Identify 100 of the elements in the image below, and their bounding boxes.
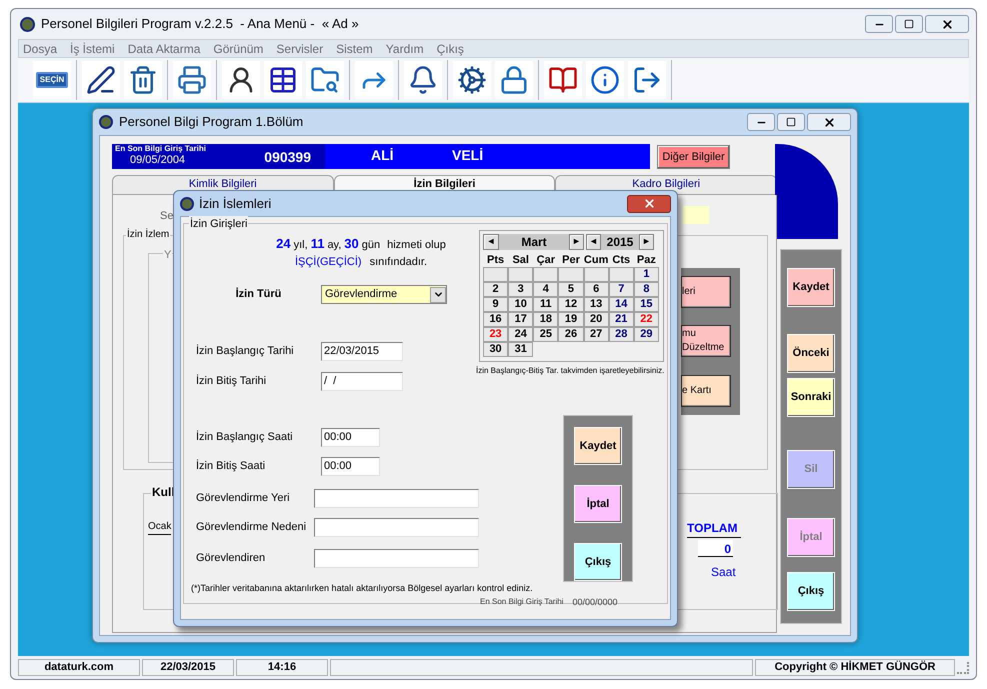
next-month-button[interactable]: ► [569,234,584,250]
day-cell[interactable]: 5 [558,282,584,297]
menu-item[interactable]: Yardım [386,40,424,58]
day-cell[interactable]: 14 [608,297,634,312]
bell-icon [408,65,438,95]
day-cell[interactable]: 26 [558,327,584,342]
input-field[interactable]: 00:00 [321,457,380,476]
menu-item[interactable]: Çıkış [436,40,464,58]
service-text: hizmeti olup [387,238,446,253]
day-cell[interactable]: 6 [584,282,609,297]
menu-item[interactable]: Dosya [23,40,58,58]
maximize-button[interactable] [777,113,805,131]
day-cell[interactable]: 7 [608,282,634,297]
day-cell[interactable]: 15 [634,297,659,312]
footnote-text: (*)Tarihler veritabanına aktarılırken hatalı aktarılıyorsa Bölgesel ayarları kontrol ediniz. [191,582,534,595]
action-button[interactable]: Önceki [787,334,835,373]
day-cell[interactable]: 27 [584,327,609,342]
select-book-button[interactable]: SEÇİN [33,61,71,99]
exit-door-button[interactable] [628,61,666,99]
years-unit: yıl, [294,238,308,253]
trash-icon [128,65,158,95]
day-cell[interactable]: 10 [508,297,534,312]
dialog-button[interactable]: Kaydet [574,427,622,465]
person-button[interactable] [222,61,260,99]
close-button[interactable] [627,194,671,212]
day-cell[interactable]: 29 [634,327,659,342]
input-field[interactable]: 00:00 [321,428,380,447]
minimize-button[interactable] [747,113,775,131]
input-field[interactable]: / / [321,372,403,391]
day-cell[interactable]: 17 [508,312,534,327]
forward-arrow-button[interactable] [355,61,393,99]
day-cell[interactable]: 25 [533,327,558,342]
side-button[interactable]: leri [681,276,731,308]
input-field[interactable]: 22/03/2015 [321,342,403,361]
action-button[interactable]: Sonraki [787,378,835,417]
days-unit: gün [362,238,380,253]
window-title: Personel Bilgi Program 1.Bölüm [119,113,304,132]
weekday-label: Sal [511,253,530,267]
lock-button[interactable] [495,61,533,99]
side-button[interactable]: mu Düzeltme [681,325,731,357]
weekday-label: Çar [536,253,556,267]
months-value: 11 [310,235,324,253]
action-button[interactable]: Çıkış [787,572,835,611]
calendar-hint: İzin Başlangıç-Bitiş Tar. takvimden işaretleyebilirsiniz. [476,365,666,377]
day-cell[interactable]: 20 [584,312,609,327]
close-button[interactable] [807,113,851,131]
maximize-icon [904,19,914,29]
trash-button[interactable] [124,61,162,99]
day-cell[interactable]: 30 [483,342,508,357]
day-cell[interactable]: 31 [508,342,534,357]
folder-search-button[interactable] [306,61,344,99]
day-cell[interactable]: 21 [608,312,634,327]
day-cell[interactable]: 8 [634,282,659,297]
printer-button[interactable] [173,61,211,99]
input-field[interactable] [314,518,479,537]
maximize-button[interactable] [895,15,923,33]
bell-button[interactable] [404,61,442,99]
info-button[interactable] [586,61,624,99]
other-info-button[interactable]: Diğer Bilgiler [657,145,730,169]
dialog-button[interactable]: Çıkış [574,543,622,581]
day-cell[interactable]: 24 [508,327,534,342]
input-field[interactable] [314,489,479,508]
minimize-button[interactable] [865,15,893,33]
day-cell[interactable]: 4 [533,282,558,297]
menu-item[interactable]: Servisler [276,40,324,58]
printer-icon [177,65,207,95]
day-cell[interactable]: 18 [533,312,558,327]
leave-type-dropdown[interactable]: Görevlendirme [321,285,447,304]
input-field[interactable] [683,206,709,224]
menu-item[interactable]: İş İstemi [70,40,115,58]
day-cell[interactable]: 3 [508,282,534,297]
day-cell[interactable]: 2 [483,282,508,297]
day-cell[interactable]: 9 [483,297,508,312]
table-button[interactable] [264,61,302,99]
day-cell[interactable]: 28 [608,327,634,342]
pen-button[interactable] [82,61,120,99]
day-cell[interactable]: 19 [558,312,584,327]
field-label: İzin Bitiş Saati [196,458,266,474]
window-title: Personel Bilgileri Program v.2.2.5 - Ana Menü - « Ad » [41,15,359,34]
day-cell[interactable]: 12 [558,297,584,312]
day-cell[interactable]: 11 [533,297,558,312]
action-button[interactable]: Kaydet [787,268,835,307]
year-label: 2015 [601,234,639,250]
day-cell[interactable]: 13 [584,297,609,312]
previous-year-button[interactable]: ◄ [586,234,601,250]
menu-item[interactable]: Görünüm [213,40,264,58]
side-button[interactable]: e Kartı [681,375,731,407]
day-cell[interactable]: 16 [483,312,508,327]
weekday-label: Cum [584,253,609,267]
employee-number: 090399 [264,148,311,167]
next-year-button[interactable]: ► [639,234,654,250]
close-button[interactable] [925,15,969,33]
menu-item[interactable]: Sistem [336,40,373,58]
status-panel: 22/03/2015 [142,659,234,676]
input-field[interactable] [314,549,479,568]
dialog-button[interactable]: İptal [574,485,622,523]
day-cell[interactable]: 1 [634,267,659,282]
previous-month-button[interactable]: ◄ [483,234,499,250]
field-label: İzin Başlangıç Tarihi [196,344,295,360]
menu-item[interactable]: Data Aktarma [128,40,200,58]
